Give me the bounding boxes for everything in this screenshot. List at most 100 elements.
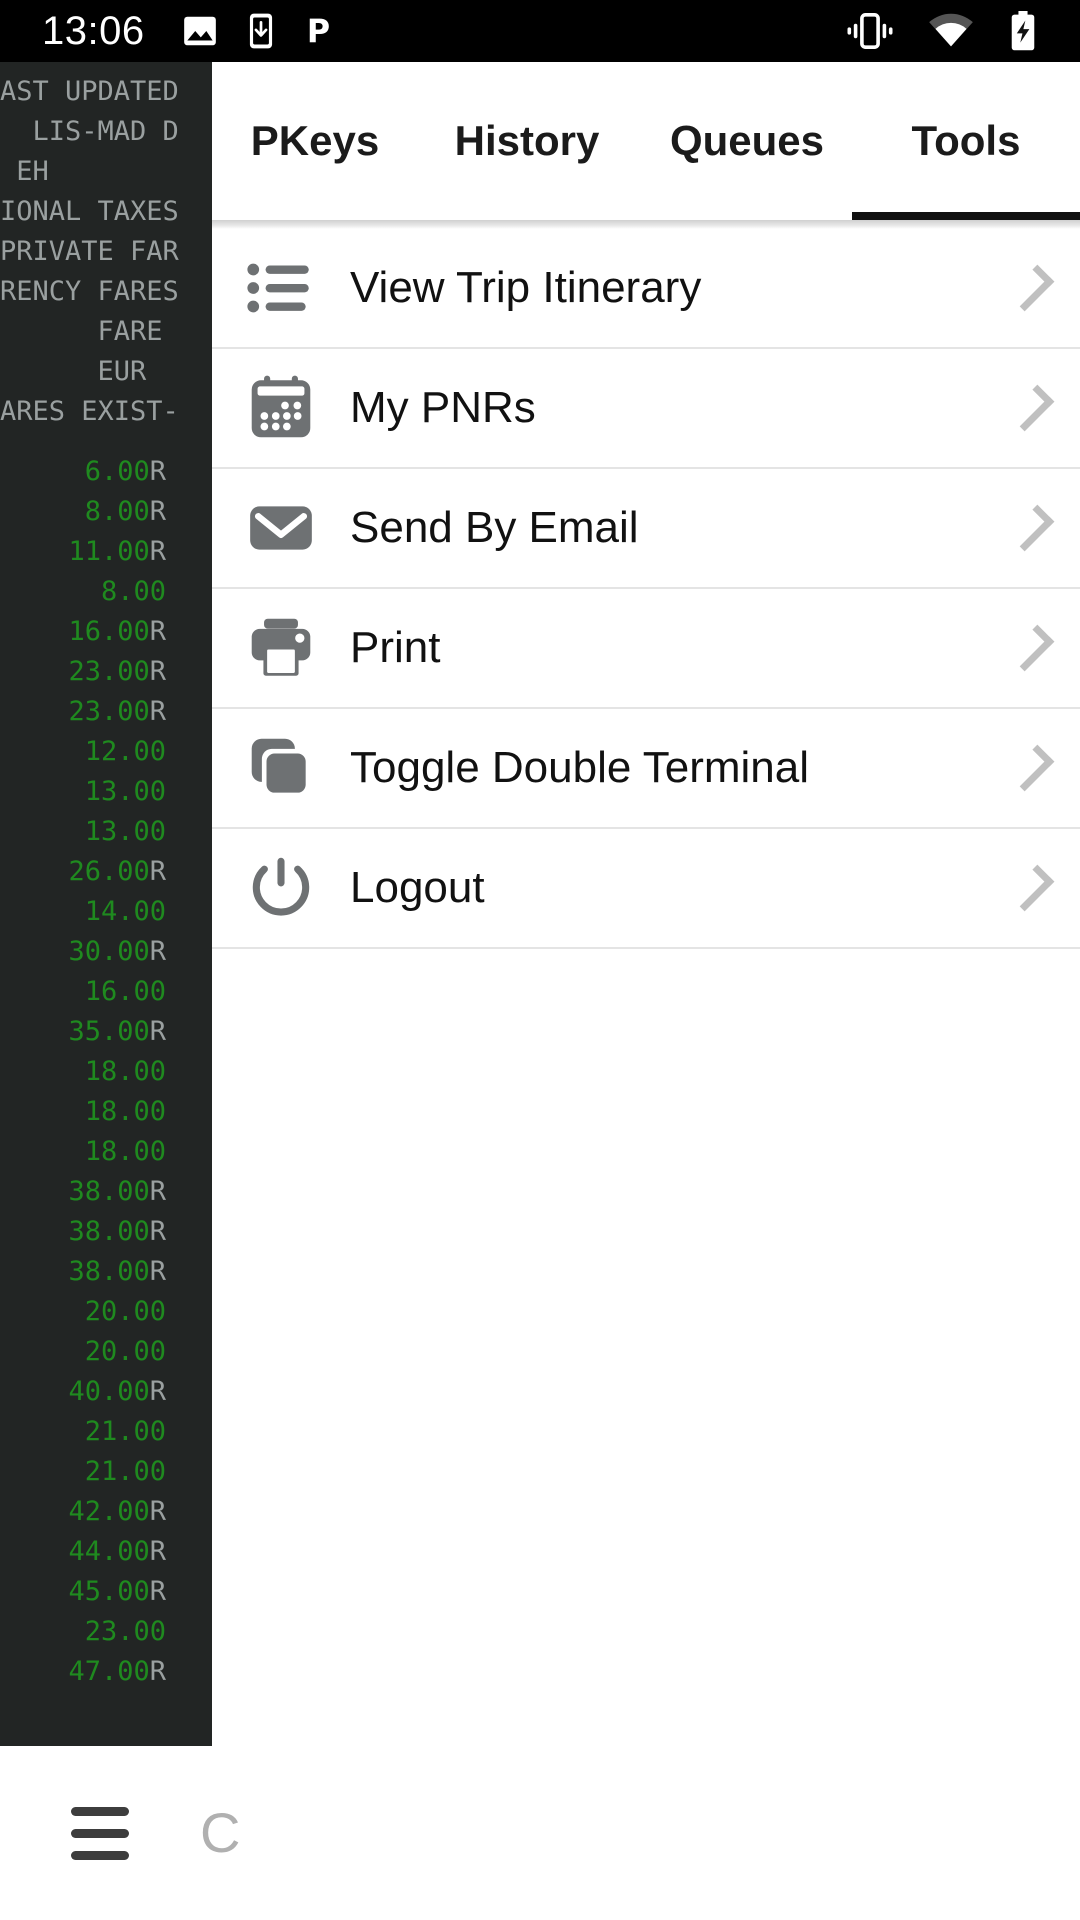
layers-icon — [251, 738, 311, 798]
terminal-fare-value: 20.00 — [0, 1292, 212, 1332]
terminal-fare-value: 38.00R — [0, 1172, 212, 1212]
tab-queues[interactable]: Queues — [632, 62, 862, 220]
chevron-right-glyph — [1007, 264, 1055, 312]
hamburger-bar-1 — [71, 1806, 129, 1816]
status-bar-notification-icons: P — [181, 12, 333, 50]
fare-suffix: R — [149, 936, 166, 967]
terminal-line: EH — [0, 156, 49, 187]
hamburger-bar-3 — [71, 1850, 129, 1860]
envelope-icon — [250, 506, 312, 550]
fare-amount: 23.00 — [84, 1616, 166, 1647]
fare-suffix: R — [149, 1576, 166, 1607]
fare-suffix: R — [149, 1656, 166, 1687]
tools-menu-list: View Trip Itinerary My PNRs Send By Emai… — [212, 229, 1080, 949]
chevron-right-glyph — [1007, 744, 1055, 792]
command-letter[interactable]: C — [200, 1805, 240, 1861]
fare-amount: 38.00 — [68, 1216, 150, 1247]
terminal-fare-value: 44.00R — [0, 1532, 212, 1572]
fare-amount: 18.00 — [84, 1056, 166, 1087]
terminal-fare-value: 21.00 — [0, 1452, 212, 1492]
chevron-right-icon — [988, 744, 1080, 792]
menu-item-logout[interactable]: Logout — [212, 829, 1080, 949]
fare-amount: 11.00 — [68, 536, 150, 567]
fare-amount: 26.00 — [68, 856, 150, 887]
screen-root: 13:06 P AST UPDATED LIS-MAD D EH IONAL T… — [0, 0, 1080, 1920]
status-bar-system-icons — [846, 11, 1038, 51]
menu-item-label: View Trip Itinerary — [350, 263, 702, 312]
fare-amount: 8.00 — [100, 576, 166, 607]
calendar-icon-wrap — [212, 348, 350, 468]
status-bar: 13:06 P — [0, 0, 1080, 62]
hamburger-bar-2 — [71, 1828, 129, 1838]
panel-tab-bar: PKeys History Queues Tools — [212, 62, 1080, 229]
terminal-fare-value: 45.00R — [0, 1572, 212, 1612]
fare-suffix: R — [149, 1216, 166, 1247]
printer-icon-wrap — [212, 588, 350, 708]
terminal-fare-value: 23.00R — [0, 692, 212, 732]
fare-suffix: R — [149, 696, 166, 727]
active-tab-indicator — [852, 212, 1080, 220]
power-icon-wrap — [212, 828, 350, 948]
terminal-fare-value: 13.00 — [0, 772, 212, 812]
menu-item-print[interactable]: Print — [212, 589, 1080, 709]
chevron-right-icon — [988, 384, 1080, 432]
tab-pkeys[interactable]: PKeys — [200, 62, 430, 220]
fare-amount: 38.00 — [68, 1176, 150, 1207]
terminal-fare-value: 21.00 — [0, 1412, 212, 1452]
tab-tools[interactable]: Tools — [852, 62, 1080, 220]
fare-suffix: R — [149, 1376, 166, 1407]
fare-amount: 40.00 — [68, 1376, 150, 1407]
fare-amount: 45.00 — [68, 1576, 150, 1607]
wifi-icon — [929, 13, 973, 47]
terminal-line: ARES EXIST- — [0, 396, 179, 427]
terminal-output[interactable]: AST UPDATED LIS-MAD D EH IONAL TAXES PRIVA… — [0, 62, 212, 1746]
fare-suffix: R — [149, 1016, 166, 1047]
terminal-fare-value: 6.00R — [0, 452, 212, 492]
tools-panel: PKeys History Queues Tools View Trip Iti… — [212, 62, 1080, 1746]
fare-amount: 23.00 — [68, 656, 150, 687]
terminal-fare-value: 47.00R — [0, 1652, 212, 1692]
menu-item-toggle-double-terminal[interactable]: Toggle Double Terminal — [212, 709, 1080, 829]
fare-suffix: R — [149, 456, 166, 487]
tab-history[interactable]: History — [412, 62, 642, 220]
terminal-spacer — [0, 432, 212, 452]
terminal-fare-value: 38.00R — [0, 1212, 212, 1252]
envelope-icon-wrap — [212, 468, 350, 588]
fare-amount: 35.00 — [68, 1016, 150, 1047]
fare-suffix: R — [149, 536, 166, 567]
terminal-line: RENCY FARES — [0, 276, 179, 307]
fare-amount: 47.00 — [68, 1656, 150, 1687]
terminal-line: FARE — [0, 316, 163, 347]
battery-charging-icon — [1011, 11, 1035, 51]
terminal-fare-value: 20.00 — [0, 1332, 212, 1372]
menu-item-label: Send By Email — [350, 503, 639, 552]
power-icon — [252, 857, 310, 916]
fare-amount: 42.00 — [68, 1496, 150, 1527]
terminal-line: PRIVATE FAR — [0, 236, 179, 267]
list-icon-wrap — [212, 228, 350, 348]
fare-amount: 21.00 — [84, 1416, 166, 1447]
menu-item-label: My PNRs — [350, 383, 536, 432]
svg-text:P: P — [307, 14, 330, 50]
terminal-fare-value: 12.00 — [0, 732, 212, 772]
terminal-fare-value: 16.00R — [0, 612, 212, 652]
fare-suffix: R — [149, 1536, 166, 1567]
terminal-fare-value: 18.00 — [0, 1092, 212, 1132]
terminal-fare-value: 16.00 — [0, 972, 212, 1012]
menu-item-my-pnrs[interactable]: My PNRs — [212, 349, 1080, 469]
fare-amount: 21.00 — [84, 1456, 166, 1487]
terminal-fare-value: 18.00 — [0, 1052, 212, 1092]
bottom-bar: C — [0, 1746, 1080, 1920]
fare-suffix: R — [149, 496, 166, 527]
terminal-fare-value: 38.00R — [0, 1252, 212, 1292]
menu-item-view-trip-itinerary[interactable]: View Trip Itinerary — [212, 229, 1080, 349]
menu-item-label: Toggle Double Terminal — [350, 743, 810, 792]
chevron-right-icon — [988, 624, 1080, 672]
fare-suffix: R — [149, 1256, 166, 1287]
fare-suffix: R — [149, 1496, 166, 1527]
chevron-right-glyph — [1007, 384, 1055, 432]
terminal-fare-value: 13.00 — [0, 812, 212, 852]
menu-item-send-by-email[interactable]: Send By Email — [212, 469, 1080, 589]
hamburger-menu-icon[interactable] — [52, 1785, 148, 1881]
fare-amount: 6.00 — [84, 456, 150, 487]
